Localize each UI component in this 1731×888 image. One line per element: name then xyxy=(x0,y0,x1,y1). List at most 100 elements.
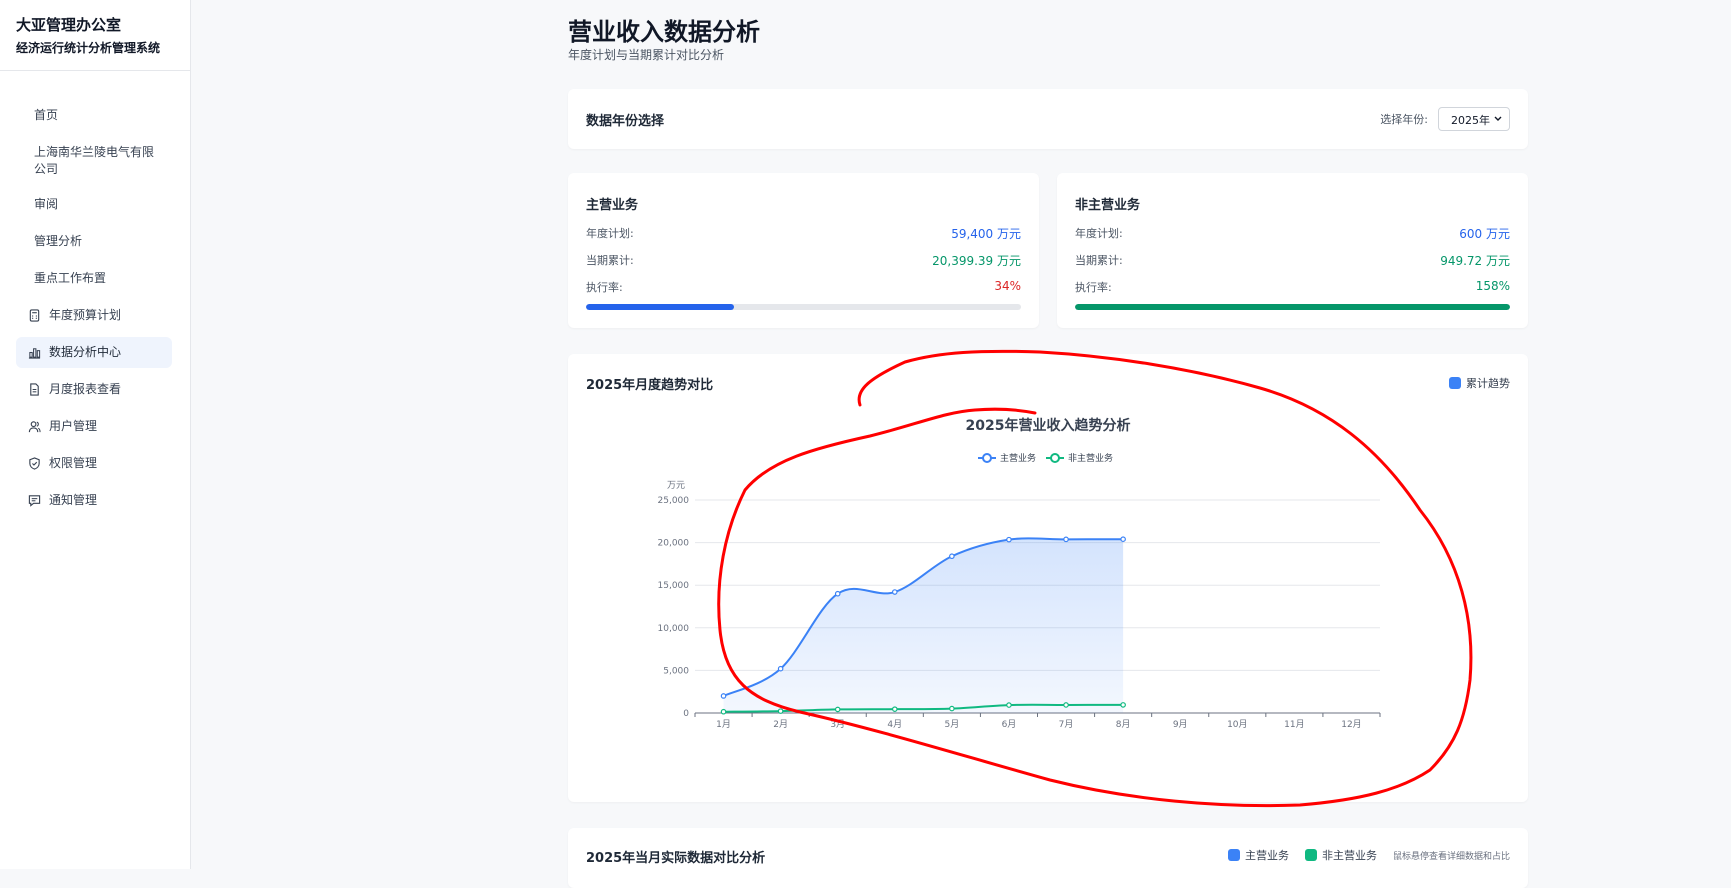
y-tick-label: 10,000 xyxy=(658,624,690,634)
stat-label: 当期累计: xyxy=(1075,254,1123,267)
sidebar-item-home[interactable]: 首页 xyxy=(16,100,172,131)
data-point xyxy=(1120,536,1126,542)
brand: 大亚管理办公室 经济运行统计分析管理系统 xyxy=(0,0,190,71)
sidebar-item-label: 用户管理 xyxy=(49,419,98,433)
x-tick-label: 6月 xyxy=(1002,719,1017,730)
message-icon xyxy=(28,495,41,507)
data-point xyxy=(949,553,955,560)
y-tick-label: 5,000 xyxy=(663,666,689,676)
data-point xyxy=(891,706,898,712)
legend-label: 非主营业务 xyxy=(1321,849,1377,862)
stat-value: 158% xyxy=(1475,279,1510,293)
sidebar-nav: 首页 上海南华兰陵电气有限公司 审阅 管理分析 重点工作布置 年度预算计划 数据… xyxy=(16,100,172,522)
x-tick-label: 4月 xyxy=(887,719,902,730)
legend-swatch xyxy=(1304,849,1317,861)
legend-label: 主营业务 xyxy=(1000,452,1036,464)
data-point xyxy=(1006,536,1012,543)
chart-title: 2025年营业收入趋势分析 xyxy=(966,417,1131,434)
legend-swatch xyxy=(1227,849,1240,861)
y-tick-label: 25,000 xyxy=(658,496,690,506)
stat-label: 当期累计: xyxy=(586,254,634,267)
data-point xyxy=(720,708,727,715)
document-icon xyxy=(30,383,39,396)
brand-title: 大亚管理办公室 xyxy=(16,16,122,34)
stat-row-actual: 当期累计: 949.72 万元 xyxy=(1075,252,1510,268)
sidebar-item-users[interactable]: 用户管理 xyxy=(16,411,172,442)
sidebar: 大亚管理办公室 经济运行统计分析管理系统 首页 上海南华兰陵电气有限公司 审阅 … xyxy=(0,0,191,869)
monthly-comparison-title: 2025年当月实际数据对比分析 xyxy=(586,851,766,866)
stat-row-actual: 当期累计: 20,399.39 万元 xyxy=(586,252,1021,268)
data-point xyxy=(891,589,898,595)
x-tick-label: 8月 xyxy=(1116,719,1131,730)
data-point xyxy=(777,708,784,714)
sidebar-item-label: 上海南华兰陵电气有限公司 xyxy=(34,145,155,176)
legend-item-main[interactable]: 主营业务 xyxy=(1227,847,1289,863)
stat-value: 949.72 万元 xyxy=(1440,254,1510,268)
x-tick-label: 9月 xyxy=(1173,719,1188,730)
x-tick-label: 11月 xyxy=(1284,719,1304,730)
monthly-comparison-card: 2025年当月实际数据对比分析 主营业务 非主营业务 鼠标悬停查看详细数据和占比 xyxy=(568,828,1528,888)
sidebar-item-management-analysis[interactable]: 管理分析 xyxy=(16,226,172,257)
sidebar-item-data-analysis[interactable]: 数据分析中心 xyxy=(16,337,172,368)
sidebar-item-notifications[interactable]: 通知管理 xyxy=(16,485,172,516)
shield-icon xyxy=(29,457,40,470)
data-point xyxy=(949,705,955,712)
stat-row-plan: 年度计划: 600 万元 xyxy=(1075,225,1510,241)
page-title: 营业收入数据分析 xyxy=(568,18,760,46)
x-tick-label: 1月 xyxy=(716,719,731,730)
stat-label: 执行率: xyxy=(1075,281,1112,294)
calculator-icon xyxy=(29,309,40,322)
x-tick-label: 10月 xyxy=(1227,719,1247,730)
page-subtitle: 年度计划与当期累计对比分析 xyxy=(568,48,725,62)
legend-marker xyxy=(1050,453,1060,463)
trend-chart[interactable]: 2025年营业收入趋势分析主营业务 非主营业务万元 0 5,000 10,000 15,0… xyxy=(568,354,1528,802)
year-select[interactable]: 2025年 xyxy=(1438,107,1510,131)
sidebar-item-permissions[interactable]: 权限管理 xyxy=(16,448,172,479)
legend-marker xyxy=(982,453,992,463)
data-point xyxy=(1063,536,1069,543)
x-tick-label: 5月 xyxy=(945,719,960,730)
series-area xyxy=(723,538,1124,713)
progress-bar-fill xyxy=(1075,304,1510,310)
legend-item-non-main[interactable]: 非主营业务 xyxy=(1304,847,1377,863)
users-icon xyxy=(28,421,41,433)
stat-value: 20,399.39 万元 xyxy=(932,254,1021,268)
sidebar-item-label: 管理分析 xyxy=(34,234,83,248)
data-point xyxy=(1063,702,1069,708)
sidebar-item-label: 审阅 xyxy=(34,197,59,211)
year-selector-card: 数据年份选择 选择年份: 2025年 xyxy=(568,89,1528,149)
chevron-down-icon xyxy=(1494,116,1502,121)
stat-row-rate: 执行率: 158% xyxy=(1075,279,1510,295)
bar-chart-icon xyxy=(28,348,41,359)
y-tick-label: 15,000 xyxy=(658,581,690,591)
stat-title: 主营业务 xyxy=(586,198,639,213)
stat-title: 非主营业务 xyxy=(1075,198,1141,213)
monthly-comparison-legend: 主营业务 非主营业务 鼠标悬停查看详细数据和占比 xyxy=(1212,847,1510,863)
sidebar-item-key-work[interactable]: 重点工作布置 xyxy=(16,263,172,294)
stat-card-main-business: 主营业务 年度计划: 59,400 万元 当期累计: 20,399.39 万元 … xyxy=(568,173,1039,328)
sidebar-item-label: 年度预算计划 xyxy=(49,308,122,322)
x-tick-label: 2月 xyxy=(773,719,788,730)
data-point xyxy=(1120,702,1126,708)
brand-subtitle: 经济运行统计分析管理系统 xyxy=(16,41,161,55)
sidebar-item-monthly-report[interactable]: 月度报表查看 xyxy=(16,374,172,405)
x-tick-label: 3月 xyxy=(830,719,845,730)
sidebar-item-review[interactable]: 审阅 xyxy=(16,189,172,220)
stat-label: 年度计划: xyxy=(586,227,634,240)
stat-card-non-main-business: 非主营业务 年度计划: 600 万元 当期累计: 949.72 万元 执行率: … xyxy=(1057,173,1528,328)
sidebar-item-label: 首页 xyxy=(34,108,59,122)
y-tick-label: 20,000 xyxy=(658,539,690,549)
progress-bar xyxy=(586,304,1021,310)
y-axis-unit: 万元 xyxy=(667,481,685,491)
year-select-label: 选择年份: xyxy=(1380,113,1428,126)
sidebar-item-label: 数据分析中心 xyxy=(49,345,122,359)
year-selector-title: 数据年份选择 xyxy=(586,114,665,129)
stat-label: 年度计划: xyxy=(1075,227,1123,240)
data-point xyxy=(834,706,841,713)
stat-row-rate: 执行率: 34% xyxy=(586,279,1021,295)
year-select-value: 2025年 xyxy=(1451,114,1490,127)
data-point xyxy=(1006,702,1012,708)
sidebar-item-company[interactable]: 上海南华兰陵电气有限公司 xyxy=(16,137,172,185)
sidebar-item-budget[interactable]: 年度预算计划 xyxy=(16,300,172,331)
legend-label: 非主营业务 xyxy=(1068,452,1113,464)
